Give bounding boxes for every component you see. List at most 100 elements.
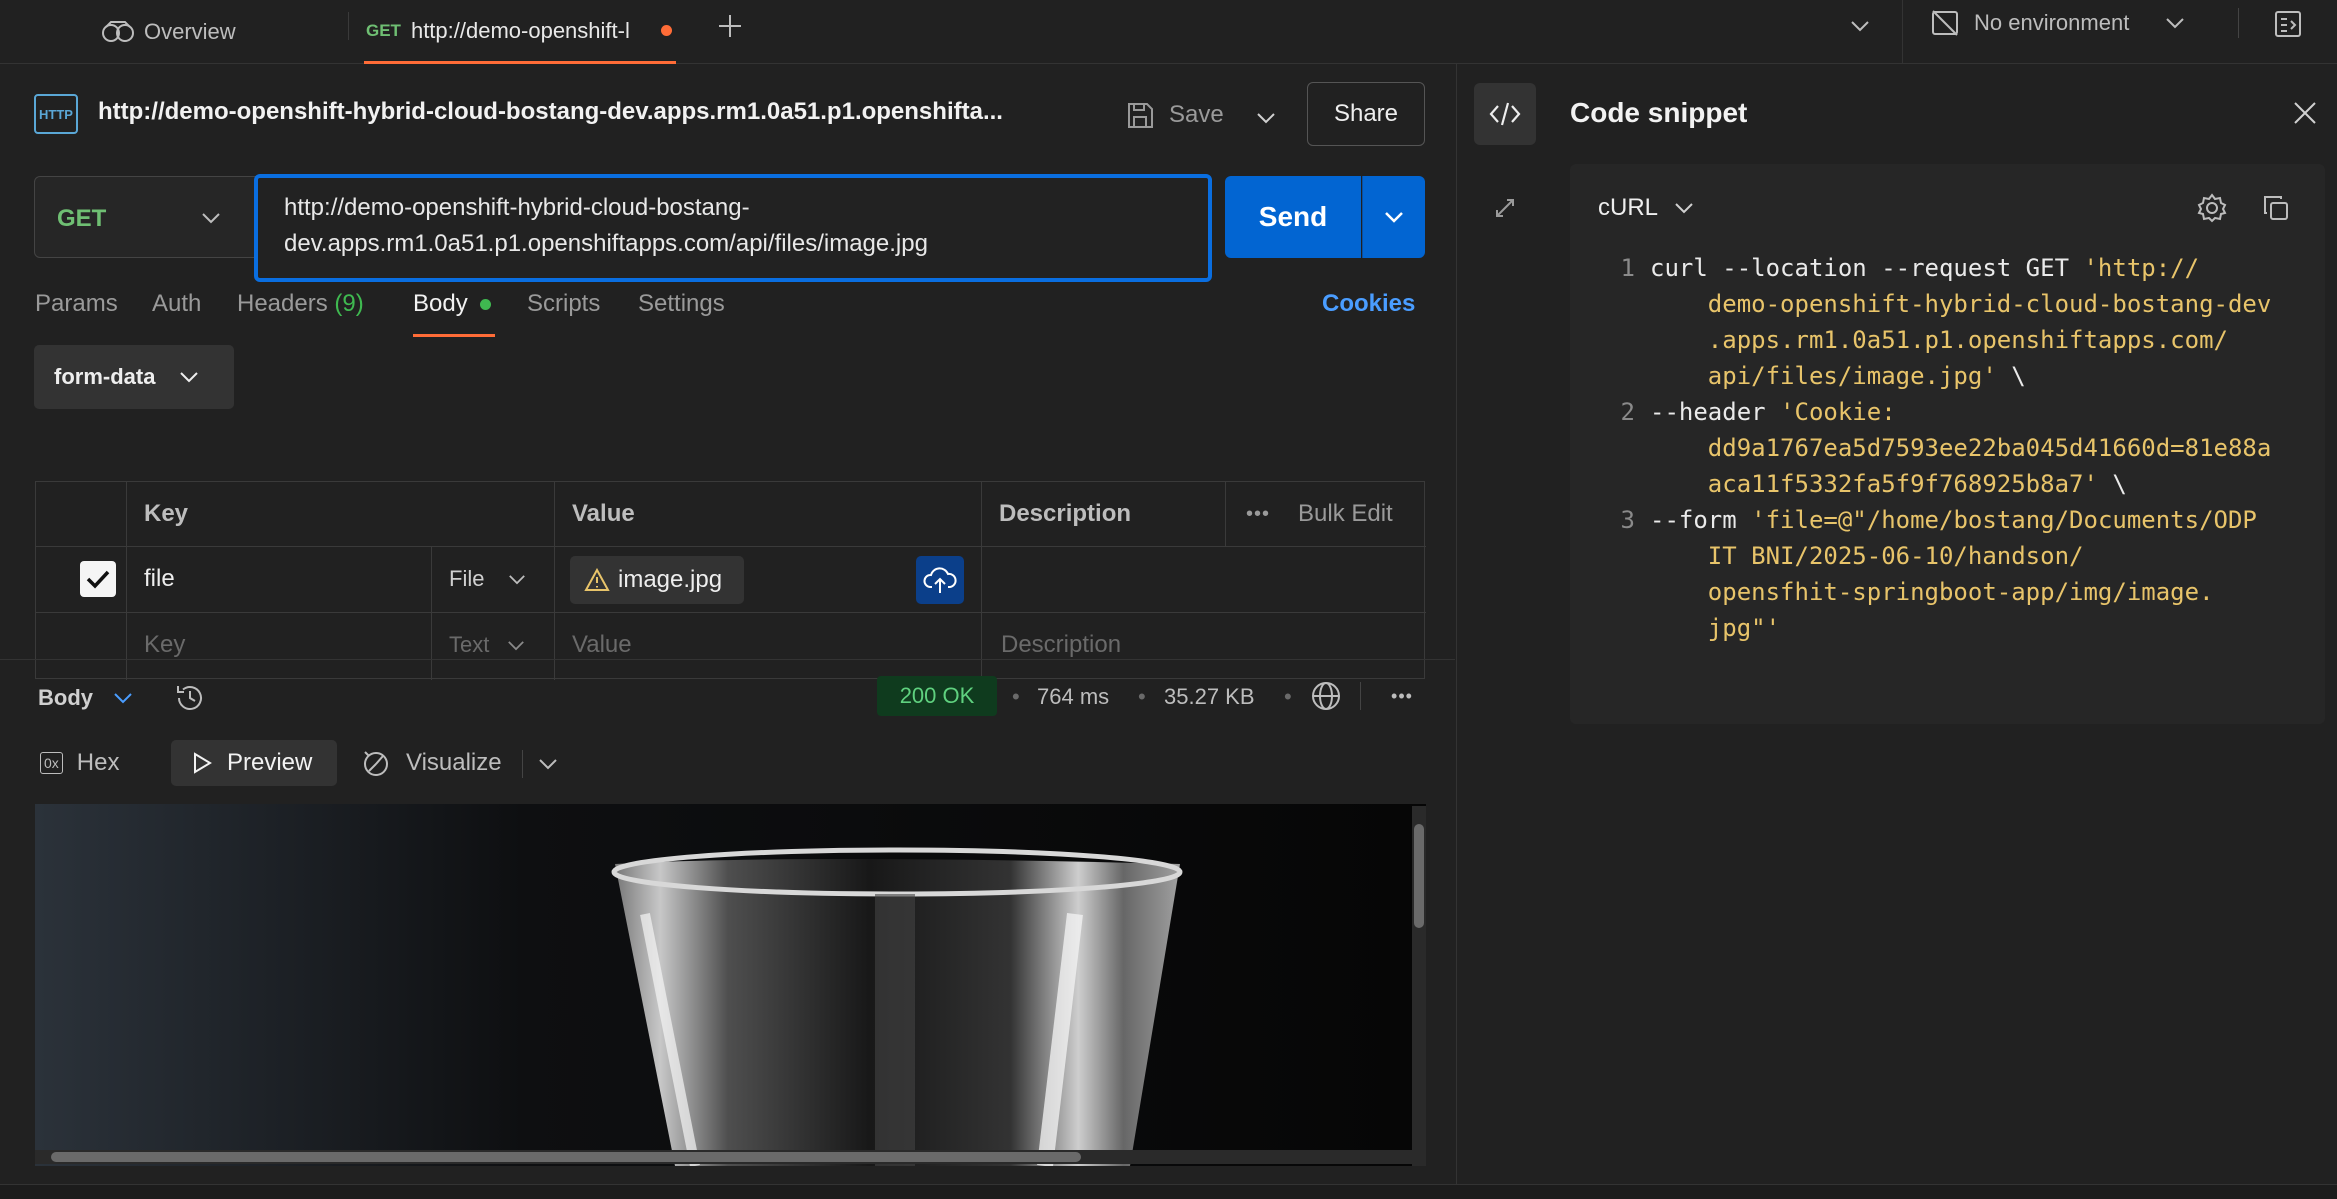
visualize-icon xyxy=(364,751,388,776)
method-selector[interactable]: GET xyxy=(34,176,256,258)
response-body-dropdown[interactable]: Body xyxy=(38,678,133,718)
vertical-scrollbar[interactable] xyxy=(1412,806,1426,1166)
send-button[interactable]: Send xyxy=(1225,176,1361,258)
close-panel-button[interactable] xyxy=(2285,93,2325,133)
chevron-down-icon xyxy=(1257,113,1275,124)
environment-list-icon xyxy=(2275,11,2301,37)
code-string: opensfhit-springboot-app/img/image. xyxy=(1707,578,2214,606)
snippet-settings-button[interactable] xyxy=(2192,188,2232,228)
new-row-type-label: Text xyxy=(449,632,490,657)
tab-settings[interactable]: Settings xyxy=(638,290,725,318)
environment-selector[interactable]: No environment xyxy=(1930,0,2185,46)
body-mode-dropdown[interactable]: form-data xyxy=(34,345,234,409)
body-indicator-dot xyxy=(479,299,491,310)
hex-view-button[interactable]: 0x Hex xyxy=(40,740,119,786)
code-string: 'http:// xyxy=(2083,254,2200,282)
code-line: IT BNI/2025-06-10/handson/ xyxy=(1650,538,2084,574)
code-token: --form xyxy=(1650,506,1752,534)
code-string: jpg"' xyxy=(1707,614,1781,642)
code-line-number: 1 xyxy=(1620,254,1635,282)
history-icon xyxy=(177,686,202,710)
chevron-down-icon xyxy=(114,693,132,704)
code-line-number: 2 xyxy=(1620,398,1635,426)
response-history-button[interactable] xyxy=(170,678,210,718)
save-options-button[interactable] xyxy=(1246,100,1286,136)
status-badge[interactable]: 200 OK xyxy=(877,676,997,716)
tab-request[interactable]: GET http://demo-openshift-l xyxy=(364,0,676,64)
code-line: curl --location --request GET 'http:// xyxy=(1650,250,2199,286)
row-key[interactable]: file xyxy=(144,546,175,612)
chevron-down-icon xyxy=(2166,18,2185,29)
row-enabled-checkbox[interactable] xyxy=(80,561,116,597)
new-row-value-input[interactable]: Value xyxy=(572,612,632,678)
network-info-button[interactable] xyxy=(1308,678,1344,714)
code-icon xyxy=(1489,102,1521,126)
play-icon xyxy=(194,752,212,774)
col-divider xyxy=(126,482,127,680)
tab-scripts[interactable]: Scripts xyxy=(527,290,600,318)
chevron-down-icon xyxy=(1851,21,1869,32)
unsaved-dot-icon xyxy=(660,25,672,36)
response-size[interactable]: 35.27 KB xyxy=(1164,684,1255,710)
headers-count: (9) xyxy=(334,290,364,317)
visualize-view-button[interactable]: Visualize xyxy=(360,740,502,786)
chevron-down-icon xyxy=(202,213,220,224)
new-row-type-selector[interactable]: Text xyxy=(449,612,525,678)
new-row-key-input[interactable]: Key xyxy=(144,612,185,678)
panel-title: Code snippet xyxy=(1570,97,1748,128)
bulk-edit-button[interactable]: Bulk Edit xyxy=(1298,482,1393,546)
col-divider xyxy=(554,482,555,680)
column-header-description: Description xyxy=(999,500,1132,527)
preview-view-button[interactable]: Preview xyxy=(171,740,337,786)
tab-params[interactable]: Params xyxy=(35,290,118,318)
file-chip[interactable]: image.jpg xyxy=(570,556,744,604)
tab-overview[interactable]: Overview xyxy=(100,0,350,64)
request-pane: HTTP http://demo-openshift-hybrid-cloud-… xyxy=(0,64,1455,1184)
divider xyxy=(522,750,523,778)
checkmark-icon xyxy=(86,570,110,589)
chevron-down-icon xyxy=(180,372,199,383)
globe-icon xyxy=(1312,682,1340,710)
tabs-dropdown-button[interactable] xyxy=(1840,6,1880,46)
cookies-link[interactable]: Cookies xyxy=(1322,290,1415,318)
code-string: 'Cookie: xyxy=(1780,398,1896,426)
copy-snippet-button[interactable] xyxy=(2256,188,2296,228)
more-options-icon[interactable]: ••• xyxy=(1246,482,1270,546)
tab-headers[interactable]: Headers (9) xyxy=(237,290,364,318)
response-more-options-icon[interactable]: ••• xyxy=(1382,678,1422,714)
request-title[interactable]: http://demo-openshift-hybrid-cloud-bosta… xyxy=(98,98,1003,126)
row-type-selector[interactable]: File xyxy=(449,546,526,612)
scrollbar-thumb[interactable] xyxy=(1414,824,1424,928)
active-tab-underline xyxy=(413,334,495,337)
new-row-description-input[interactable]: Description xyxy=(1001,612,1121,678)
send-options-button[interactable] xyxy=(1362,176,1425,258)
new-tab-button[interactable] xyxy=(710,6,750,46)
code-line: demo-openshift-hybrid-cloud-bostang-dev xyxy=(1650,286,2272,322)
code-line: opensfhit-springboot-app/img/image. xyxy=(1650,574,2214,610)
view-mode-dropdown[interactable] xyxy=(530,744,566,784)
close-icon xyxy=(2294,102,2316,124)
chevron-down-icon xyxy=(509,574,526,584)
tab-body[interactable]: Body xyxy=(413,290,491,400)
share-button[interactable]: Share xyxy=(1307,82,1425,146)
response-time[interactable]: 764 ms xyxy=(1037,684,1109,710)
cloud-upload-icon xyxy=(923,567,957,593)
column-header-key: Key xyxy=(144,500,189,527)
horizontal-scrollbar[interactable] xyxy=(35,1150,1412,1164)
language-selector[interactable]: cURL xyxy=(1598,186,1694,230)
code-view-button[interactable] xyxy=(1474,83,1536,145)
response-body-label: Body xyxy=(38,685,93,710)
tab-auth[interactable]: Auth xyxy=(152,290,201,318)
upload-file-button[interactable] xyxy=(916,556,964,604)
copy-icon xyxy=(2264,196,2288,220)
scrollbar-thumb[interactable] xyxy=(51,1152,1081,1162)
save-button[interactable]: Save xyxy=(1125,94,1224,136)
environment-quick-look-button[interactable] xyxy=(2268,4,2308,44)
url-input[interactable]: http://demo-openshift-hybrid-cloud-bosta… xyxy=(254,174,1212,282)
language-label: cURL xyxy=(1598,194,1659,221)
expand-panel-button[interactable] xyxy=(1483,186,1527,230)
